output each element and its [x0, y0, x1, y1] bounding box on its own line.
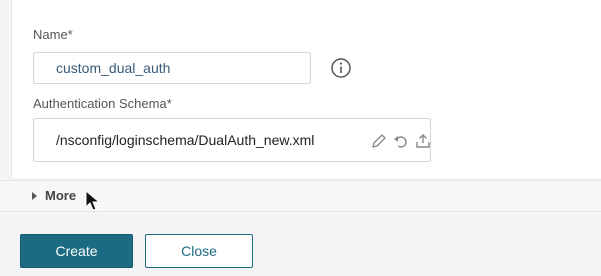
more-toggle[interactable]: More: [32, 188, 76, 203]
footer-bar: Create Close: [0, 222, 601, 276]
authentication-schema-label: Authentication Schema*: [33, 96, 172, 111]
mouse-cursor-icon: [85, 190, 101, 211]
create-button[interactable]: Create: [20, 234, 133, 268]
name-input-value: custom_dual_auth: [56, 60, 171, 76]
more-label: More: [45, 188, 77, 203]
name-label: Name*: [33, 27, 73, 42]
undo-icon[interactable]: [392, 132, 410, 150]
authentication-schema-value: /nsconfig/loginschema/DualAuth_new.xml: [56, 132, 315, 148]
authentication-schema-field[interactable]: /nsconfig/loginschema/DualAuth_new.xml: [33, 118, 431, 162]
upload-icon[interactable]: [414, 132, 432, 150]
pencil-icon[interactable]: [370, 132, 388, 150]
caret-right-icon: [32, 191, 37, 200]
info-icon[interactable]: [330, 57, 352, 79]
name-input[interactable]: custom_dual_auth: [33, 52, 311, 84]
form-panel: Name* custom_dual_auth Authentication Sc…: [11, 0, 601, 178]
close-button[interactable]: Close: [145, 234, 253, 268]
